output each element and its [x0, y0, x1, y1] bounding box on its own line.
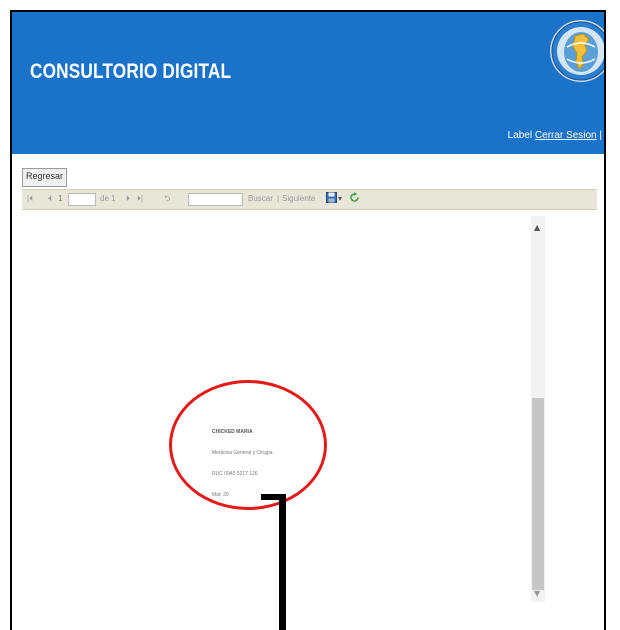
browser-frame: CONSULTORIO DIGITAL Label Cerrar Sesion … [10, 10, 606, 630]
page-value: 1 [58, 194, 63, 203]
header-trailing: | [599, 130, 602, 141]
page-number-input[interactable] [68, 193, 96, 206]
refresh-icon[interactable] [349, 192, 360, 207]
scroll-down-arrow-icon[interactable]: ▼ [534, 590, 540, 598]
find-button[interactable]: Buscar [248, 193, 273, 205]
save-disk-icon[interactable] [326, 192, 337, 207]
globe-emblem-icon [550, 20, 604, 82]
callout-line-vertical [279, 494, 286, 630]
header-links: Label Cerrar Sesion | [508, 130, 602, 141]
first-page-button[interactable]: |⏴ [27, 193, 33, 205]
highlight-circle [169, 380, 327, 510]
page-of-label: de 1 [100, 194, 116, 203]
app-title: CONSULTORIO DIGITAL [30, 60, 232, 83]
label-text: Label [507, 130, 533, 141]
prev-page-button[interactable]: ⏴ [48, 193, 52, 205]
scroll-thumb[interactable] [532, 398, 544, 590]
app-header: CONSULTORIO DIGITAL Label Cerrar Sesion … [12, 12, 604, 154]
find-next-button[interactable]: Siguiente [282, 193, 315, 205]
regresar-button[interactable]: Regresar [22, 168, 68, 187]
find-input[interactable] [188, 193, 243, 206]
report-scrollbar[interactable]: ▲ ▼ [531, 216, 545, 602]
scroll-up-arrow-icon[interactable]: ▲ [534, 224, 540, 232]
export-dropdown-arrow[interactable]: ▾ [338, 193, 342, 205]
report-toolbar: |⏴ ⏴ 1 de 1 ⏵ ⏵| ⮌ Buscar | Siguiente ▾ [22, 189, 597, 210]
next-page-button[interactable]: ⏵ [126, 193, 130, 205]
last-page-button[interactable]: ⏵| [137, 193, 143, 205]
back-button[interactable]: ⮌ [164, 193, 170, 205]
find-separator: | [277, 194, 280, 203]
logout-link[interactable]: Cerrar Sesion [535, 130, 597, 141]
